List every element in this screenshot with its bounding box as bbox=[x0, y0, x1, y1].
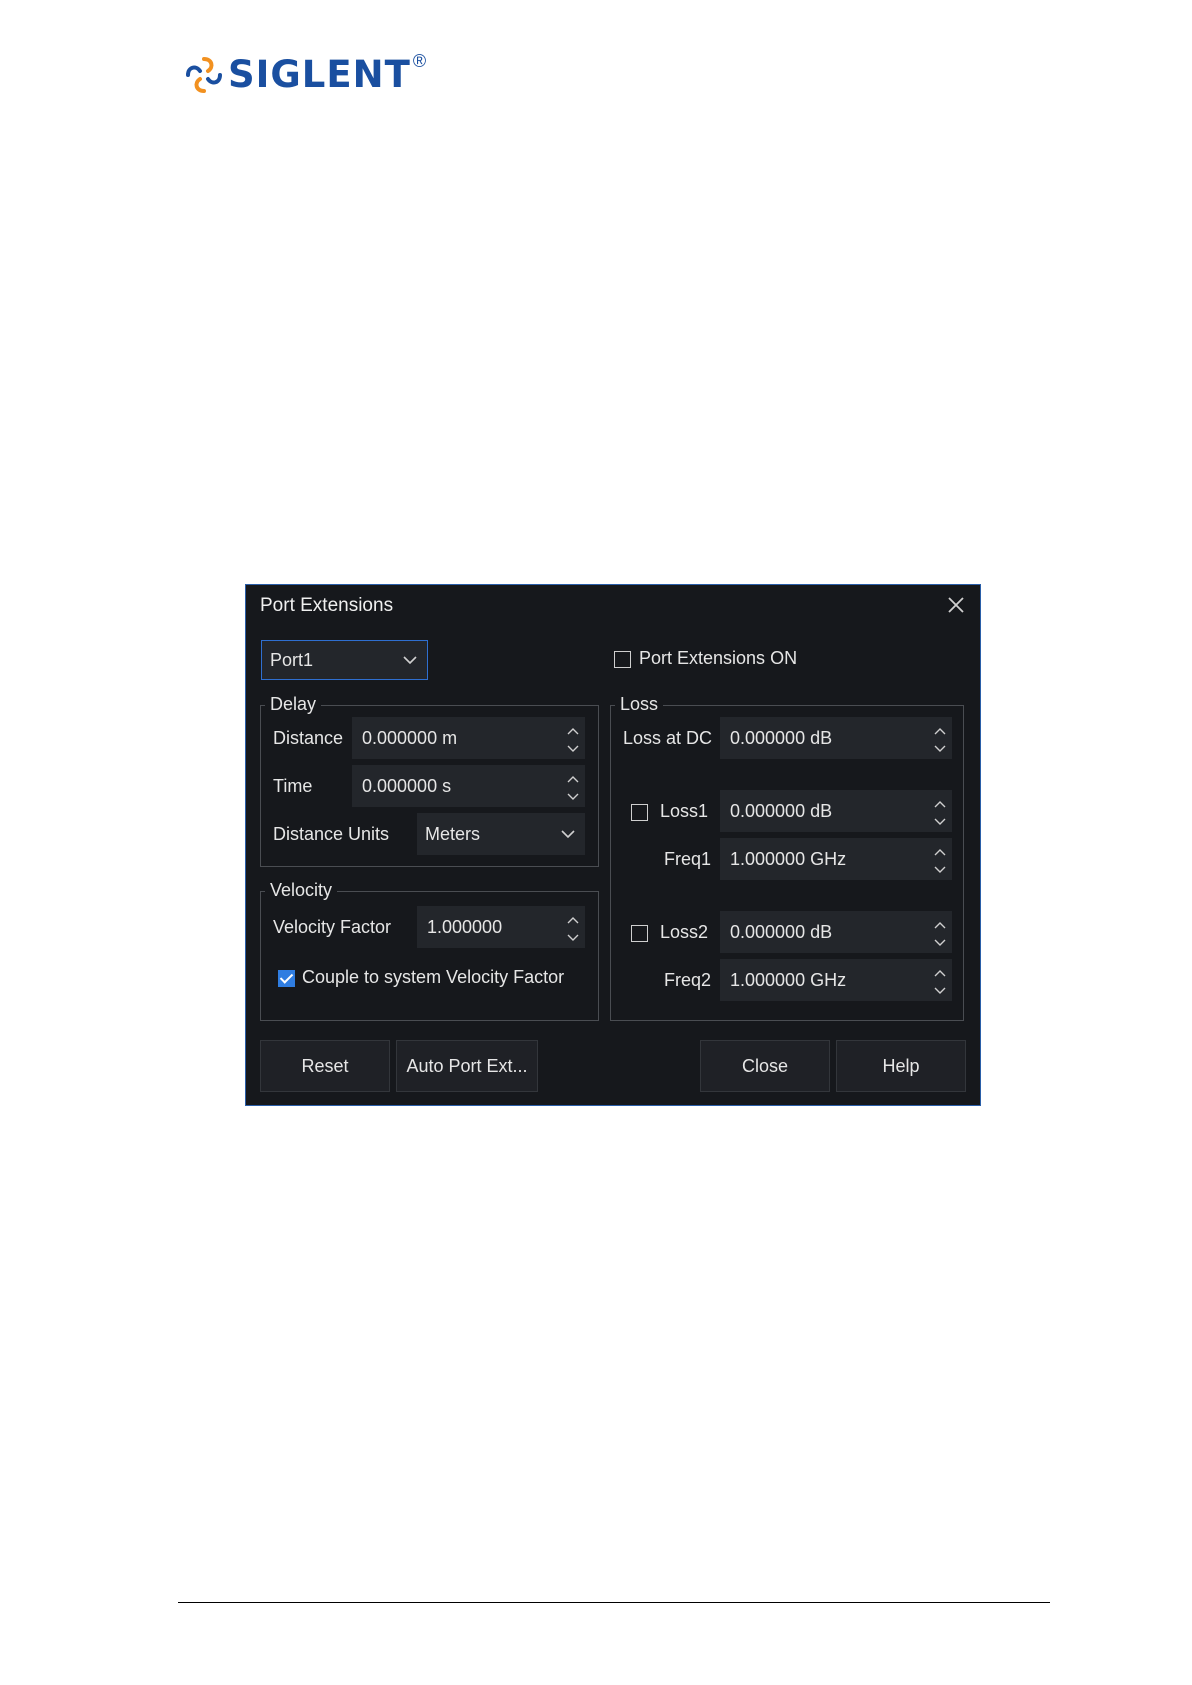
freq1-label: Freq1 bbox=[664, 849, 712, 869]
auto-port-ext-button[interactable]: Auto Port Ext... bbox=[396, 1040, 538, 1092]
siglent-swirl-icon bbox=[186, 57, 222, 93]
port-extensions-on-checkbox[interactable] bbox=[614, 651, 631, 668]
freq2-up-icon[interactable] bbox=[932, 964, 948, 978]
velocity-factor-value: 1.000000 bbox=[427, 916, 503, 937]
loss-at-dc-input[interactable]: 0.000000 dB bbox=[720, 717, 952, 759]
time-value: 0.000000 s bbox=[362, 775, 452, 796]
distance-value: 0.000000 m bbox=[362, 727, 458, 748]
logo-text: SIGLENT bbox=[228, 53, 411, 96]
loss-at-dc-value: 0.000000 dB bbox=[730, 727, 833, 748]
velocity-legend: Velocity bbox=[265, 880, 338, 901]
distance-input[interactable]: 0.000000 m bbox=[352, 717, 585, 759]
close-button[interactable]: Close bbox=[700, 1040, 830, 1092]
dialog-title: Port Extensions bbox=[260, 595, 394, 616]
time-input[interactable]: 0.000000 s bbox=[352, 765, 585, 807]
velocity-factor-input[interactable]: 1.000000 bbox=[417, 906, 585, 948]
chevron-down-icon bbox=[403, 656, 417, 665]
distance-units-label: Distance Units bbox=[273, 824, 390, 844]
freq1-input[interactable]: 1.000000 GHz bbox=[720, 838, 952, 880]
time-down-icon[interactable] bbox=[565, 788, 581, 802]
freq1-value: 1.000000 GHz bbox=[730, 848, 847, 869]
loss1-down-icon[interactable] bbox=[932, 813, 948, 827]
distance-up-icon[interactable] bbox=[565, 722, 581, 736]
loss1-label: Loss1 bbox=[660, 801, 709, 821]
siglent-logo: SIGLENT ® bbox=[184, 50, 454, 98]
delay-legend: Delay bbox=[265, 694, 322, 715]
loss2-down-icon[interactable] bbox=[932, 934, 948, 948]
port-extensions-on-label: Port Extensions ON bbox=[639, 648, 798, 668]
couple-velocity-label: Couple to system Velocity Factor bbox=[302, 967, 565, 987]
port-select[interactable]: Port1 bbox=[261, 640, 428, 680]
footer-divider bbox=[178, 1602, 1050, 1603]
help-button[interactable]: Help bbox=[836, 1040, 966, 1092]
loss1-input[interactable]: 0.000000 dB bbox=[720, 790, 952, 832]
registered-mark: ® bbox=[412, 50, 427, 71]
loss-dc-down-icon[interactable] bbox=[932, 740, 948, 754]
freq1-up-icon[interactable] bbox=[932, 843, 948, 857]
loss1-up-icon[interactable] bbox=[932, 795, 948, 809]
loss1-checkbox[interactable] bbox=[631, 804, 648, 821]
freq2-value: 1.000000 GHz bbox=[730, 969, 847, 990]
freq2-label: Freq2 bbox=[664, 970, 712, 990]
freq2-input[interactable]: 1.000000 GHz bbox=[720, 959, 952, 1001]
loss-at-dc-label: Loss at DC bbox=[623, 728, 713, 748]
port-select-value: Port1 bbox=[270, 649, 314, 670]
distance-units-select[interactable]: Meters bbox=[417, 813, 585, 855]
reset-button[interactable]: Reset bbox=[260, 1040, 390, 1092]
velocity-factor-label: Velocity Factor bbox=[273, 917, 392, 937]
time-up-icon[interactable] bbox=[565, 770, 581, 784]
port-extensions-dialog: Port Extensions Port1 Port Extensions ON… bbox=[245, 584, 981, 1106]
couple-velocity-checkbox[interactable] bbox=[278, 970, 295, 987]
distance-down-icon[interactable] bbox=[565, 740, 581, 754]
loss1-value: 0.000000 dB bbox=[730, 800, 833, 821]
time-label: Time bbox=[273, 776, 313, 796]
loss-dc-up-icon[interactable] bbox=[932, 722, 948, 736]
loss2-up-icon[interactable] bbox=[932, 916, 948, 930]
loss2-label: Loss2 bbox=[660, 922, 709, 942]
freq1-down-icon[interactable] bbox=[932, 861, 948, 875]
distance-units-value: Meters bbox=[425, 823, 481, 844]
loss2-value: 0.000000 dB bbox=[730, 921, 833, 942]
close-icon[interactable] bbox=[944, 593, 968, 617]
loss2-checkbox[interactable] bbox=[631, 925, 648, 942]
distance-label: Distance bbox=[273, 728, 344, 748]
velocity-up-icon[interactable] bbox=[565, 911, 581, 925]
chevron-down-icon bbox=[561, 830, 575, 839]
loss2-input[interactable]: 0.000000 dB bbox=[720, 911, 952, 953]
loss-legend: Loss bbox=[615, 694, 664, 715]
freq2-down-icon[interactable] bbox=[932, 982, 948, 996]
velocity-down-icon[interactable] bbox=[565, 929, 581, 943]
